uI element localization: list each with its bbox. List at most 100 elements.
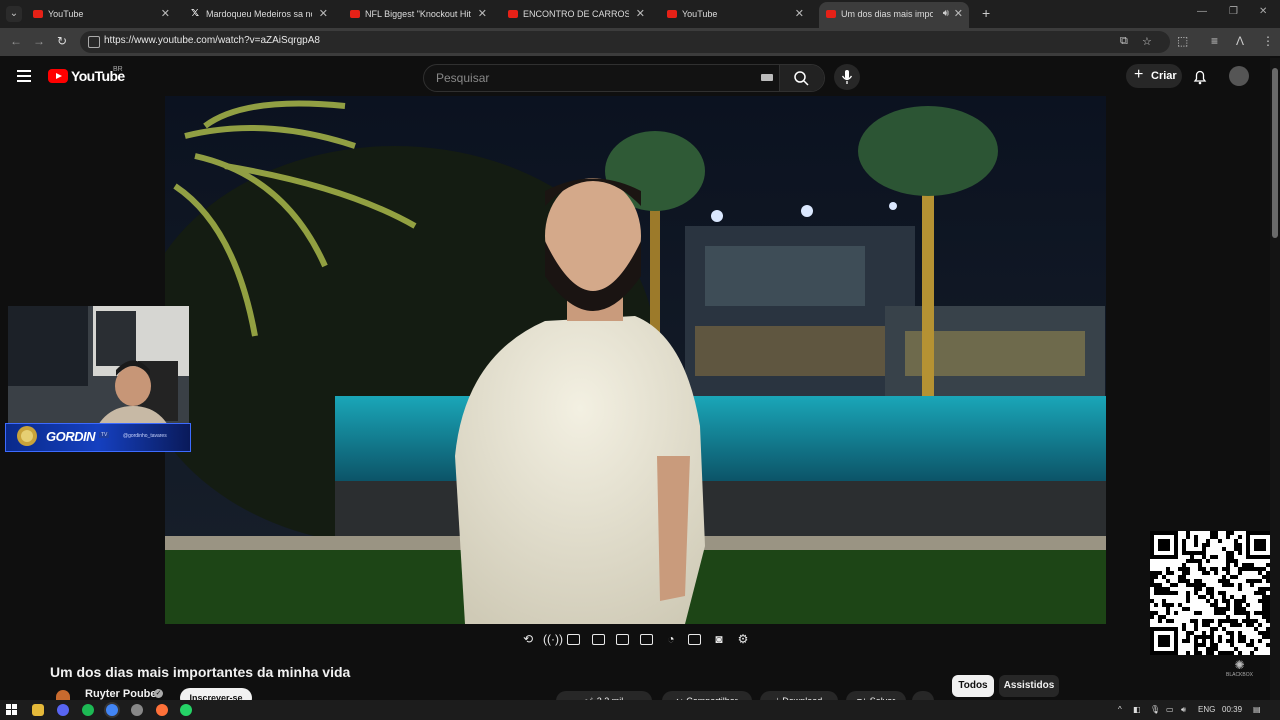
obs-icon[interactable]: [131, 704, 143, 716]
close-icon[interactable]: ✕: [478, 4, 487, 24]
chrome-icon[interactable]: [106, 704, 118, 716]
loop-icon[interactable]: ⟲: [520, 632, 536, 646]
clip-icon[interactable]: [592, 634, 605, 645]
youtube-icon: [826, 10, 836, 18]
channel-avatar[interactable]: [56, 690, 70, 700]
volume-icon[interactable]: 🔊︎: [1181, 705, 1186, 715]
search-icon: [794, 71, 809, 86]
player-controls: ⟲ ((·)) ◔ ◙ ⚙: [512, 630, 762, 652]
miniplayer-icon[interactable]: [616, 634, 629, 645]
whatsapp-icon[interactable]: [180, 704, 192, 716]
audio-mode-icon[interactable]: ((·)): [543, 632, 563, 646]
site-info-icon[interactable]: [88, 36, 100, 48]
minimize-icon[interactable]: —: [1197, 6, 1207, 17]
screenshot-icon[interactable]: ◙: [711, 632, 727, 646]
profile-icon[interactable]: Ʌ: [1236, 34, 1244, 48]
scrollbar-thumb[interactable]: [1272, 68, 1278, 238]
tab-title: NFL Biggest "Knockout Hits" - Y: [365, 9, 471, 19]
streamer-name-banner: GORDIN TV @gordinho_tavares: [5, 423, 191, 452]
network-icon[interactable]: ▭: [1166, 705, 1174, 714]
tab-title: Mardoqueu Medeiros sa no X:: [206, 9, 312, 19]
menu-icon[interactable]: ⋮: [1262, 34, 1274, 48]
extensions-icon[interactable]: ⬚: [1177, 34, 1188, 48]
close-icon[interactable]: ✕: [795, 4, 804, 24]
search-input[interactable]: [434, 69, 758, 87]
speaker-icon[interactable]: 🔊︎: [943, 2, 949, 26]
tray-mic-icon[interactable]: 🎙︎: [1150, 705, 1160, 714]
speed-icon[interactable]: ◔: [663, 632, 679, 646]
tab-title: YouTube: [48, 9, 84, 19]
gold-watch-icon: [17, 426, 37, 446]
watch-later-icon[interactable]: [567, 634, 580, 645]
url-text[interactable]: https://www.youtube.com/watch?v=aZAiSqrg…: [104, 35, 320, 46]
create-button[interactable]: + Criar: [1126, 64, 1182, 88]
windows-taskbar: ^ ◧ 🎙︎ ▭ 🔊︎ ENG 00:39 ▤: [0, 700, 1280, 720]
browser-tab[interactable]: YouTube ✕: [660, 4, 810, 24]
new-tab-button[interactable]: +: [982, 5, 990, 21]
firefox-icon[interactable]: [156, 704, 168, 716]
browser-tab[interactable]: ENCONTRO DE CARROS NO EL ✕: [501, 4, 651, 24]
video-player[interactable]: [165, 96, 1106, 624]
forward-icon[interactable]: →: [33, 34, 45, 48]
reading-list-icon[interactable]: ≡: [1211, 34, 1218, 48]
tab-title: Um dos dias mais importan: [841, 9, 933, 19]
youtube-icon: [508, 10, 518, 18]
verified-badge-icon: ✓: [154, 689, 163, 698]
youtube-icon: [350, 10, 360, 18]
close-window-icon[interactable]: ✕: [1259, 6, 1267, 17]
blackbox-logo-icon: ✺: [1234, 658, 1245, 672]
close-icon[interactable]: ✕: [161, 4, 170, 24]
browser-tab-strip: ⌄ YouTube ✕ 𝕏 Mardoqueu Medeiros sa no X…: [0, 0, 1280, 28]
browser-tab-active[interactable]: Um dos dias mais importan 🔊︎ ✕: [819, 2, 969, 28]
youtube-icon: [667, 10, 677, 18]
streamer-handle: @gordinho_tavares: [123, 433, 167, 439]
browser-tab[interactable]: YouTube ✕: [26, 4, 176, 24]
file-explorer-icon[interactable]: [32, 704, 44, 716]
search-button[interactable]: [779, 65, 824, 91]
close-icon[interactable]: ✕: [636, 4, 645, 24]
youtube-logo-icon[interactable]: [48, 69, 68, 83]
tab-title: ENCONTRO DE CARROS NO EL: [523, 9, 629, 19]
blackbox-watermark: ✺ BLACKBOX: [1226, 658, 1253, 678]
video-frame: [165, 96, 1106, 624]
tab-search-button[interactable]: ⌄: [6, 6, 22, 22]
address-bar[interactable]: https://www.youtube.com/watch?v=aZAiSqrg…: [80, 31, 1170, 53]
close-icon[interactable]: ✕: [954, 2, 963, 26]
keyboard-icon[interactable]: [761, 74, 773, 81]
windows-start-icon[interactable]: [6, 704, 18, 716]
bookmark-star-icon[interactable]: ☆: [1142, 35, 1152, 48]
close-icon[interactable]: ✕: [319, 4, 328, 24]
account-avatar[interactable]: [1229, 66, 1249, 86]
tray-chevron-icon[interactable]: ^: [1118, 705, 1122, 714]
maximize-icon[interactable]: ❐: [1229, 6, 1238, 17]
browser-toolbar: ← → ↻ https://www.youtube.com/watch?v=aZ…: [0, 28, 1280, 56]
chip-watched[interactable]: Assistidos: [999, 675, 1059, 697]
back-icon[interactable]: ←: [10, 34, 22, 48]
spotify-icon[interactable]: [82, 704, 94, 716]
language-indicator[interactable]: ENG: [1198, 705, 1215, 714]
plus-icon: +: [1134, 66, 1144, 83]
hamburger-menu-icon[interactable]: [17, 70, 31, 85]
discord-icon[interactable]: [57, 704, 69, 716]
tray-app-icon[interactable]: ◧: [1133, 705, 1141, 714]
add-to-queue-icon[interactable]: [688, 634, 701, 645]
browser-tab[interactable]: NFL Biggest "Knockout Hits" - Y ✕: [343, 4, 493, 24]
x-logo-icon: 𝕏: [191, 8, 200, 19]
cinema-icon[interactable]: [640, 634, 653, 645]
reload-icon[interactable]: ↻: [57, 34, 67, 48]
browser-tab[interactable]: 𝕏 Mardoqueu Medeiros sa no X: ✕: [184, 4, 334, 24]
channel-name[interactable]: Ruyter Poubel: [85, 688, 160, 700]
voice-search-button[interactable]: [834, 64, 860, 90]
settings-gear-icon[interactable]: ⚙: [735, 632, 751, 646]
microphone-icon: [841, 70, 853, 84]
video-title: Um dos dias mais importantes da minha vi…: [50, 664, 351, 680]
create-label: Criar: [1151, 70, 1177, 82]
page-scrollbar[interactable]: [1270, 58, 1280, 700]
clock[interactable]: 00:39: [1222, 705, 1242, 714]
notifications-icon[interactable]: ▤: [1253, 705, 1261, 714]
chip-all[interactable]: Todos: [952, 675, 994, 697]
cast-icon[interactable]: ⧉: [1120, 35, 1128, 48]
streamer-name: GORDIN: [46, 429, 96, 444]
search-bar: [423, 64, 825, 92]
notifications-bell-icon[interactable]: [1192, 69, 1208, 85]
